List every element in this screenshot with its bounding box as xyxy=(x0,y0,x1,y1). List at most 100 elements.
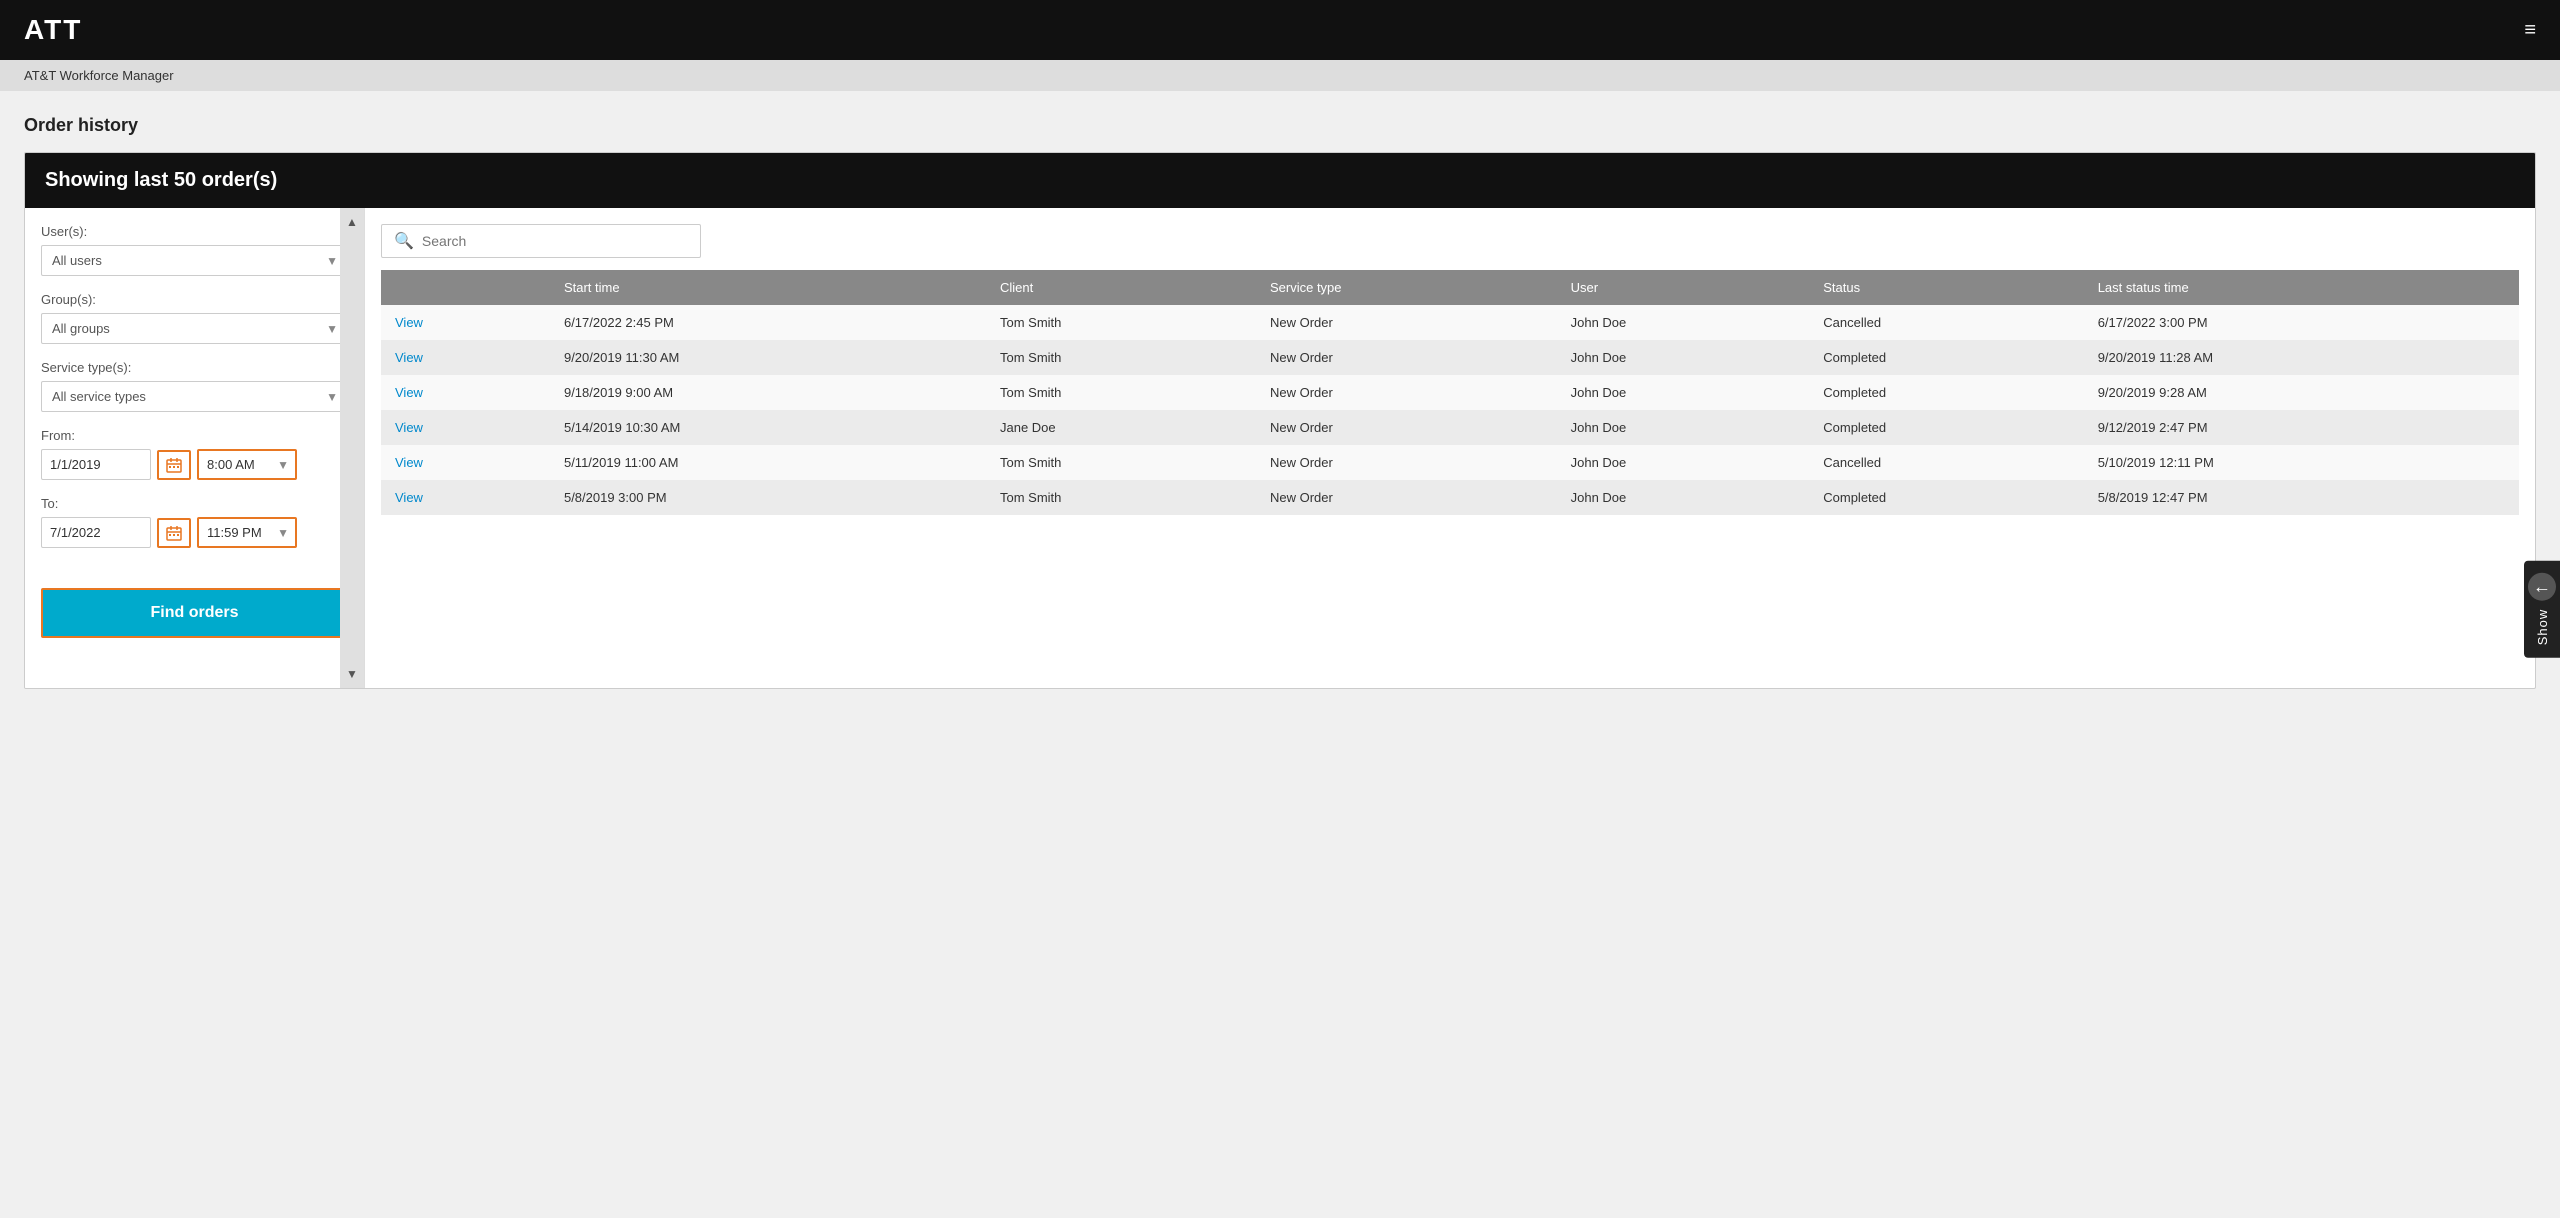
service-type-select[interactable]: All service types xyxy=(41,381,348,412)
view-link[interactable]: View xyxy=(395,315,423,330)
scroll-up-button[interactable]: ▲ xyxy=(342,212,362,232)
show-panel-arrow-icon: ← xyxy=(2528,573,2556,601)
start-time-cell: 9/18/2019 9:00 AM xyxy=(550,375,986,410)
calendar-icon xyxy=(166,457,182,473)
view-link[interactable]: View xyxy=(395,455,423,470)
view-link[interactable]: View xyxy=(395,350,423,365)
scroll-down-button[interactable]: ▼ xyxy=(342,664,362,684)
last-status-time-cell: 5/10/2019 12:11 PM xyxy=(2084,445,2519,480)
card-header: Showing last 50 order(s) xyxy=(25,153,2535,208)
user-cell: John Doe xyxy=(1557,445,1810,480)
to-row: 11:59 PM ▼ xyxy=(41,517,348,548)
from-time-select-wrap: 8:00 AM ▼ xyxy=(197,449,297,480)
last-status-time-cell: 9/12/2019 2:47 PM xyxy=(2084,410,2519,445)
view-link-cell[interactable]: View xyxy=(381,375,550,410)
last-status-time-cell: 6/17/2022 3:00 PM xyxy=(2084,305,2519,340)
from-row: 8:00 AM ▼ xyxy=(41,449,348,480)
calendar-icon xyxy=(166,525,182,541)
filter-panel: User(s): All users ▼ Group(s): All group… xyxy=(25,208,365,688)
client-cell: Tom Smith xyxy=(986,340,1256,375)
view-link-cell[interactable]: View xyxy=(381,445,550,480)
status-cell: Completed xyxy=(1809,375,2083,410)
client-cell: Tom Smith xyxy=(986,375,1256,410)
from-label: From: xyxy=(41,428,348,443)
status-cell: Cancelled xyxy=(1809,445,2083,480)
from-calendar-button[interactable] xyxy=(157,450,191,480)
client-cell: Jane Doe xyxy=(986,410,1256,445)
status-cell: Completed xyxy=(1809,480,2083,515)
user-cell: John Doe xyxy=(1557,480,1810,515)
filter-scroll-bar: ▲ ▼ xyxy=(340,208,364,688)
table-row: View 9/18/2019 9:00 AM Tom Smith New Ord… xyxy=(381,375,2519,410)
view-link-cell[interactable]: View xyxy=(381,305,550,340)
service-type-cell: New Order xyxy=(1256,410,1557,445)
users-select[interactable]: All users xyxy=(41,245,348,276)
from-time-select[interactable]: 8:00 AM xyxy=(197,449,297,480)
users-label: User(s): xyxy=(41,224,348,239)
status-cell: Completed xyxy=(1809,410,2083,445)
to-time-select[interactable]: 11:59 PM xyxy=(197,517,297,548)
show-panel[interactable]: ← Show xyxy=(2524,561,2560,658)
groups-filter-section: Group(s): All groups ▼ xyxy=(41,292,348,344)
menu-icon[interactable]: ≡ xyxy=(2524,19,2536,42)
to-calendar-button[interactable] xyxy=(157,518,191,548)
to-filter-section: To: xyxy=(41,496,348,548)
start-time-cell: 5/8/2019 3:00 PM xyxy=(550,480,986,515)
view-link-cell[interactable]: View xyxy=(381,480,550,515)
service-type-cell: New Order xyxy=(1256,305,1557,340)
card-body: User(s): All users ▼ Group(s): All group… xyxy=(25,208,2535,688)
groups-select-wrap: All groups ▼ xyxy=(41,313,348,344)
client-cell: Tom Smith xyxy=(986,445,1256,480)
search-input[interactable] xyxy=(422,233,688,249)
status-cell: Completed xyxy=(1809,340,2083,375)
top-nav: ATT ≡ xyxy=(0,0,2560,60)
to-date-input[interactable] xyxy=(41,517,151,548)
start-time-cell: 5/11/2019 11:00 AM xyxy=(550,445,986,480)
view-link-cell[interactable]: View xyxy=(381,410,550,445)
user-cell: John Doe xyxy=(1557,305,1810,340)
users-filter-section: User(s): All users ▼ xyxy=(41,224,348,276)
table-row: View 9/20/2019 11:30 AM Tom Smith New Or… xyxy=(381,340,2519,375)
view-link[interactable]: View xyxy=(395,490,423,505)
from-date-input[interactable] xyxy=(41,449,151,480)
user-cell: John Doe xyxy=(1557,340,1810,375)
service-type-cell: New Order xyxy=(1256,375,1557,410)
status-cell: Cancelled xyxy=(1809,305,2083,340)
col-action xyxy=(381,270,550,305)
groups-select[interactable]: All groups xyxy=(41,313,348,344)
col-service-type: Service type xyxy=(1256,270,1557,305)
start-time-cell: 9/20/2019 11:30 AM xyxy=(550,340,986,375)
table-header-row: Start time Client Service type User Stat… xyxy=(381,270,2519,305)
orders-table: Start time Client Service type User Stat… xyxy=(381,270,2519,515)
user-cell: John Doe xyxy=(1557,375,1810,410)
client-cell: Tom Smith xyxy=(986,480,1256,515)
users-select-wrap: All users ▼ xyxy=(41,245,348,276)
start-time-cell: 5/14/2019 10:30 AM xyxy=(550,410,986,445)
last-status-time-cell: 9/20/2019 9:28 AM xyxy=(2084,375,2519,410)
service-type-select-wrap: All service types ▼ xyxy=(41,381,348,412)
col-status: Status xyxy=(1809,270,2083,305)
view-link[interactable]: View xyxy=(395,385,423,400)
service-type-cell: New Order xyxy=(1256,445,1557,480)
page-title: Order history xyxy=(24,115,2536,136)
user-cell: John Doe xyxy=(1557,410,1810,445)
search-bar: 🔍 xyxy=(381,224,701,258)
table-row: View 5/11/2019 11:00 AM Tom Smith New Or… xyxy=(381,445,2519,480)
last-status-time-cell: 9/20/2019 11:28 AM xyxy=(2084,340,2519,375)
last-status-time-cell: 5/8/2019 12:47 PM xyxy=(2084,480,2519,515)
client-cell: Tom Smith xyxy=(986,305,1256,340)
col-start-time: Start time xyxy=(550,270,986,305)
find-orders-button[interactable]: Find orders xyxy=(41,588,348,638)
service-type-cell: New Order xyxy=(1256,480,1557,515)
col-client: Client xyxy=(986,270,1256,305)
service-type-label: Service type(s): xyxy=(41,360,348,375)
col-last-status-time: Last status time xyxy=(2084,270,2519,305)
view-link-cell[interactable]: View xyxy=(381,340,550,375)
right-panel: 🔍 Start time Client Service type User St… xyxy=(365,208,2535,688)
subtitle-text: AT&T Workforce Manager xyxy=(24,68,174,83)
table-row: View 5/8/2019 3:00 PM Tom Smith New Orde… xyxy=(381,480,2519,515)
main-card: Showing last 50 order(s) User(s): All us… xyxy=(24,152,2536,689)
table-row: View 5/14/2019 10:30 AM Jane Doe New Ord… xyxy=(381,410,2519,445)
view-link[interactable]: View xyxy=(395,420,423,435)
table-row: View 6/17/2022 2:45 PM Tom Smith New Ord… xyxy=(381,305,2519,340)
